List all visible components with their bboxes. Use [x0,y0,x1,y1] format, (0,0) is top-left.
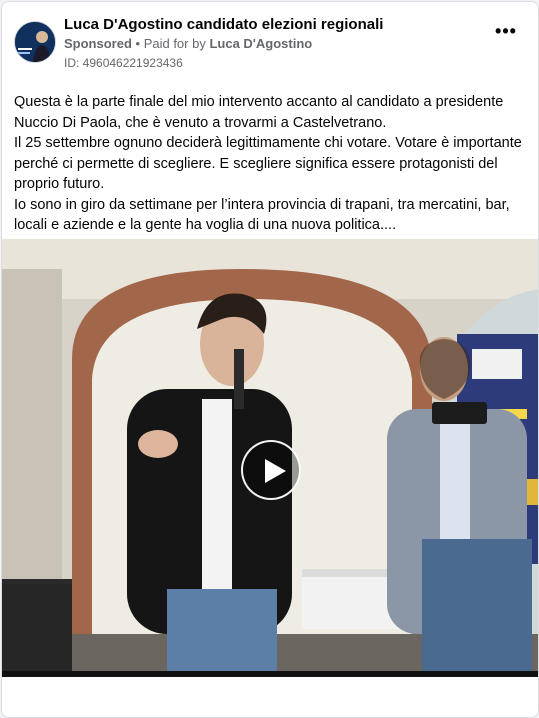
ad-post-card: Luca D'Agostino candidato elezioni regio… [1,1,539,718]
payer-name[interactable]: Luca D'Agostino [209,36,312,51]
more-options-button[interactable]: ••• [494,22,518,46]
video-player[interactable] [2,239,538,677]
more-horizontal-icon: ••• [495,21,517,41]
post-paragraph: Questa è la parte finale del mio interve… [14,94,504,131]
avatar[interactable] [14,21,56,63]
post-paragraph: Il 25 settembre ognuno deciderà legittim… [14,135,522,192]
post-paragraph: Io sono in giro da settimane per l’inter… [14,196,510,234]
post-footer [2,677,538,717]
post-header: Luca D'Agostino candidato elezioni regio… [14,16,526,72]
play-icon [265,459,286,483]
play-button[interactable] [241,440,301,500]
paid-for-prefix: Paid for by [143,36,210,51]
ad-id: ID: 496046221923436 [64,56,183,70]
post-text: Questa è la parte finale del mio interve… [14,92,522,236]
page-name[interactable]: Luca D'Agostino candidato elezioni regio… [64,16,383,33]
sponsored-label: Sponsored [64,36,132,51]
meta-separator: • [131,36,144,51]
ad-meta: Sponsored • Paid for by Luca D'Agostino [64,36,312,51]
